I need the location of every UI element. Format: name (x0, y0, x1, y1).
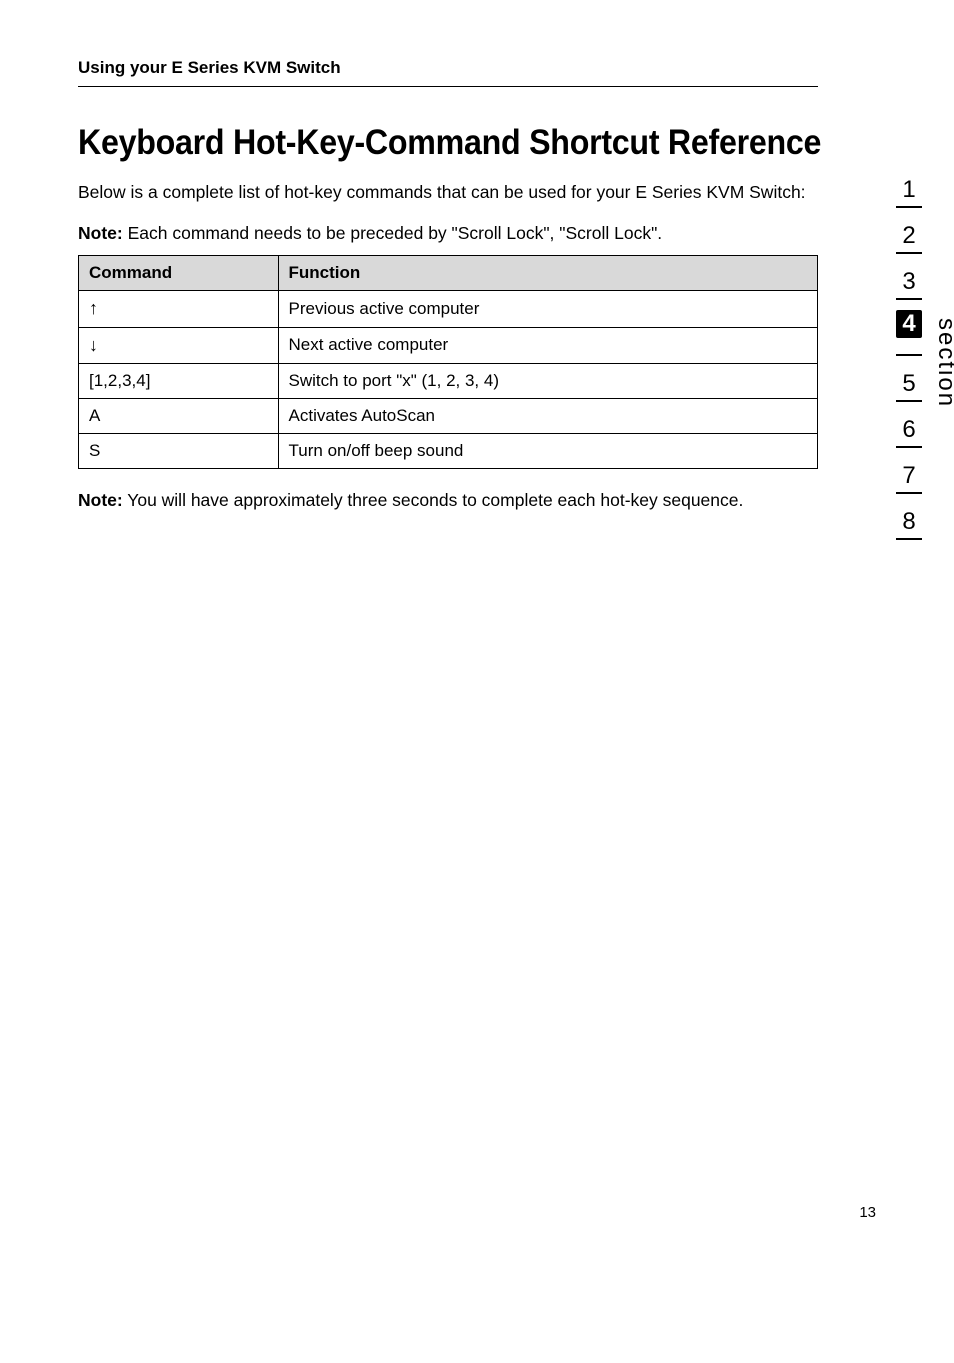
section-nav-item-7[interactable]: 7 (896, 458, 922, 494)
note-label: Note: (78, 490, 123, 510)
section-nav-item-8[interactable]: 8 (896, 504, 922, 540)
cell-command: ↑ (79, 291, 279, 327)
section-nav-item-2[interactable]: 2 (896, 218, 922, 254)
section-nav-item-4[interactable]: 4 (896, 310, 922, 338)
header-function: Function (278, 256, 817, 291)
content-column: Using your E Series KVM Switch Keyboard … (78, 58, 818, 513)
header-command: Command (79, 256, 279, 291)
note-label: Note: (78, 223, 123, 243)
intro-paragraph: Below is a complete list of hot-key comm… (78, 181, 818, 205)
post-note: Note: You will have approximately three … (78, 489, 818, 513)
cell-function: Switch to port "x" (1, 2, 3, 4) (278, 364, 817, 399)
table-row: [1,2,3,4] Switch to port "x" (1, 2, 3, 4… (79, 364, 818, 399)
table-note: Note: Each command needs to be preceded … (78, 222, 818, 246)
section-nav-item-3[interactable]: 3 (896, 264, 922, 300)
table-row: A Activates AutoScan (79, 399, 818, 434)
table-header-row: Command Function (79, 256, 818, 291)
hotkey-table: Command Function ↑ Previous active compu… (78, 255, 818, 469)
cell-function: Turn on/off beep sound (278, 434, 817, 469)
table-row: ↓ Next active computer (79, 327, 818, 363)
cell-function: Next active computer (278, 327, 817, 363)
cell-command: S (79, 434, 279, 469)
page-title: Keyboard Hot-Key-Command Shortcut Refere… (78, 123, 827, 163)
page-number: 13 (859, 1204, 876, 1221)
section-nav: 1 2 3 4 5 6 7 8 (888, 172, 930, 550)
note-text: Each command needs to be preceded by "Sc… (123, 223, 662, 243)
cell-command: A (79, 399, 279, 434)
cell-function: Previous active computer (278, 291, 817, 327)
cell-function: Activates AutoScan (278, 399, 817, 434)
page: Using your E Series KVM Switch Keyboard … (0, 0, 954, 1265)
section-nav-item-4-wrap: 4 (896, 310, 922, 356)
running-head: Using your E Series KVM Switch (78, 58, 818, 78)
section-nav-item-5[interactable]: 5 (896, 366, 922, 402)
note-text: You will have approximately three second… (123, 490, 744, 510)
section-label: section (932, 318, 954, 408)
table-row: ↑ Previous active computer (79, 291, 818, 327)
cell-command: ↓ (79, 327, 279, 363)
table-row: S Turn on/off beep sound (79, 434, 818, 469)
section-nav-item-1[interactable]: 1 (896, 172, 922, 208)
header-rule (78, 86, 818, 87)
cell-command: [1,2,3,4] (79, 364, 279, 399)
section-nav-item-6[interactable]: 6 (896, 412, 922, 448)
